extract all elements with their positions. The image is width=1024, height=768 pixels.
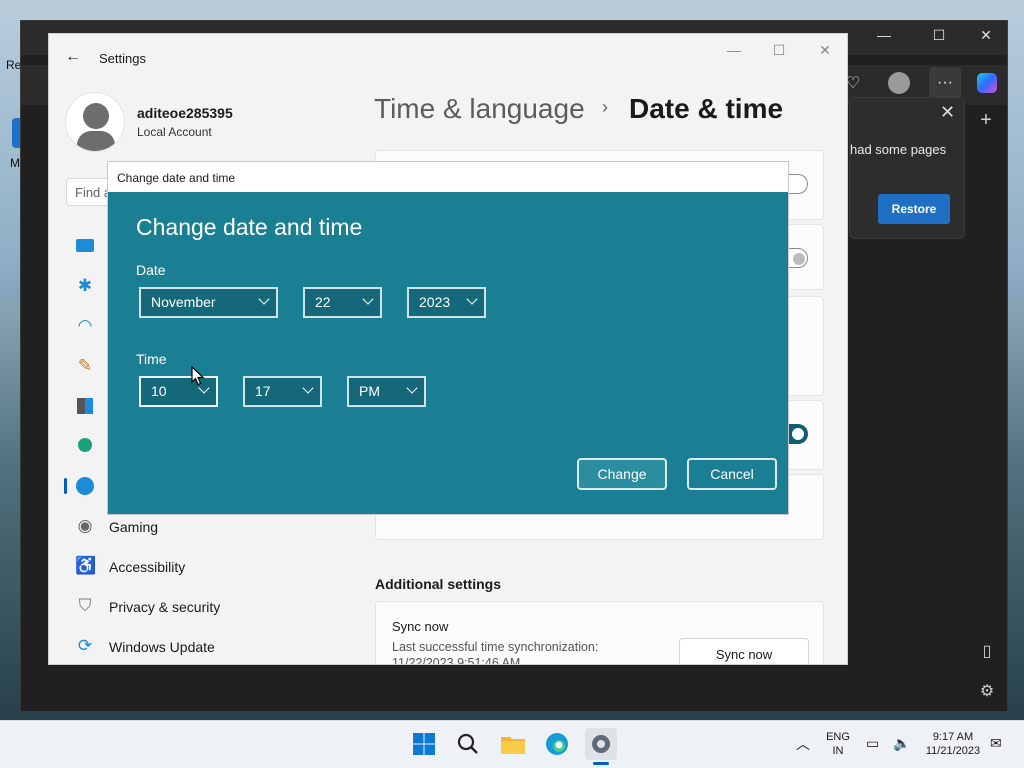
volume-muted-icon[interactable]: 🔈 xyxy=(893,735,910,752)
sidebar-item-windows-update[interactable]: Windows Update xyxy=(109,639,215,655)
account-type: Local Account xyxy=(137,125,212,139)
sidebar-item-privacy-security[interactable]: Privacy & security xyxy=(109,599,220,615)
start-button[interactable] xyxy=(408,728,440,760)
apps-icon[interactable] xyxy=(75,396,95,416)
time-label: Time xyxy=(136,351,167,367)
hour-dropdown[interactable]: 10 xyxy=(139,376,218,407)
edge-maximize-button[interactable]: ☐ xyxy=(924,27,954,44)
minute-dropdown[interactable]: 17 xyxy=(243,376,322,407)
edge-minimize-button[interactable]: — xyxy=(869,27,899,43)
edge-close-button[interactable]: ✕ xyxy=(971,27,1001,44)
dialog-body: Change date and time Date November 22 20… xyxy=(108,192,788,514)
day-dropdown[interactable]: 22 xyxy=(303,287,382,318)
time-language-icon[interactable] xyxy=(75,476,95,496)
accounts-icon[interactable] xyxy=(75,436,95,456)
sidebar-item-accessibility[interactable]: Accessibility xyxy=(109,559,185,575)
gaming-icon[interactable]: ◉ xyxy=(75,516,95,536)
day-value: 22 xyxy=(315,294,331,310)
language-indicator[interactable]: ENG IN xyxy=(822,730,854,758)
back-arrow-icon[interactable]: ← xyxy=(65,48,81,66)
date-label: Date xyxy=(136,262,166,278)
add-icon[interactable]: + xyxy=(974,109,998,132)
month-value: November xyxy=(151,294,216,310)
minute-value: 17 xyxy=(255,383,271,399)
active-app-indicator xyxy=(593,762,609,765)
year-value: 2023 xyxy=(419,294,451,310)
sync-subtitle: Last successful time synchronization: 11… xyxy=(392,640,599,665)
chevron-down-icon xyxy=(362,293,374,305)
edge-browser-icon[interactable] xyxy=(541,728,573,760)
close-icon[interactable]: ✕ xyxy=(940,102,955,123)
cancel-button[interactable]: Cancel xyxy=(687,458,777,490)
more-options-icon[interactable]: ··· xyxy=(929,67,961,99)
shield-icon[interactable]: ⛉ xyxy=(75,596,95,616)
close-button[interactable]: ✕ xyxy=(810,42,840,59)
sidebar-item-gaming[interactable]: Gaming xyxy=(109,519,158,535)
accessibility-icon[interactable]: ♿ xyxy=(75,556,96,576)
chevron-down-icon xyxy=(258,293,270,305)
mouse-cursor-icon xyxy=(191,366,205,386)
nav-selection-indicator xyxy=(64,478,67,494)
sync-now-button[interactable]: Sync now xyxy=(679,638,809,664)
minimize-button[interactable]: — xyxy=(719,42,749,58)
dialog-titlebar: Change date and time xyxy=(108,162,788,192)
bluetooth-icon[interactable]: ✱ xyxy=(75,276,95,296)
maximize-button[interactable]: ☐ xyxy=(764,42,794,59)
sidebar-toggle-icon[interactable]: ▯ xyxy=(975,641,999,661)
ampm-value: PM xyxy=(359,383,380,399)
breadcrumb-parent[interactable]: Time & language xyxy=(374,93,585,125)
region-code: IN xyxy=(832,745,844,757)
chevron-down-icon xyxy=(466,293,478,305)
ampm-dropdown[interactable]: PM xyxy=(347,376,426,407)
restore-pages-panel: ✕ had some pages Restore xyxy=(849,97,965,239)
chevron-down-icon xyxy=(406,382,418,394)
year-dropdown[interactable]: 2023 xyxy=(407,287,486,318)
breadcrumb-separator: › xyxy=(602,97,608,117)
system-icon[interactable] xyxy=(75,236,95,256)
profile-icon[interactable] xyxy=(883,67,915,99)
desktop-label: M xyxy=(10,156,20,170)
sync-title: Sync now xyxy=(392,619,449,634)
page-title: Date & time xyxy=(629,93,784,124)
hour-value: 10 xyxy=(151,383,167,399)
settings-app-icon[interactable] xyxy=(585,728,617,760)
restore-message: had some pages xyxy=(850,142,947,157)
additional-settings-heading: Additional settings xyxy=(375,576,501,592)
network-icon[interactable]: ▭ xyxy=(866,735,879,752)
windows-update-icon[interactable]: ⟳ xyxy=(75,636,95,656)
copilot-icon[interactable] xyxy=(971,67,1003,99)
language-code: ENG xyxy=(826,731,850,743)
file-explorer-icon[interactable] xyxy=(497,728,529,760)
dialog-window-title: Change date and time xyxy=(117,171,236,185)
user-name: aditeoe285395 xyxy=(137,105,233,121)
chevron-up-icon[interactable]: ︿ xyxy=(796,734,810,754)
search-icon[interactable] xyxy=(452,728,484,760)
notification-icon[interactable]: ✉ xyxy=(990,735,1002,752)
personalization-icon[interactable]: ✎ xyxy=(75,356,95,376)
avatar[interactable] xyxy=(65,92,125,152)
gear-icon[interactable]: ⚙ xyxy=(975,681,999,701)
window-title: Settings xyxy=(99,51,146,66)
change-button[interactable]: Change xyxy=(577,458,667,490)
month-dropdown[interactable]: November xyxy=(139,287,278,318)
restore-button[interactable]: Restore xyxy=(878,194,950,224)
chevron-down-icon xyxy=(302,382,314,394)
dialog-heading: Change date and time xyxy=(136,214,363,240)
clock-date: 11/21/2023 xyxy=(925,745,981,757)
clock-time: 9:17 AM xyxy=(932,731,974,743)
change-date-time-dialog: Change date and time Change date and tim… xyxy=(107,161,789,515)
clock[interactable]: 9:17 AM 11/21/2023 xyxy=(918,730,988,758)
wifi-icon[interactable]: ◠ xyxy=(75,316,95,336)
